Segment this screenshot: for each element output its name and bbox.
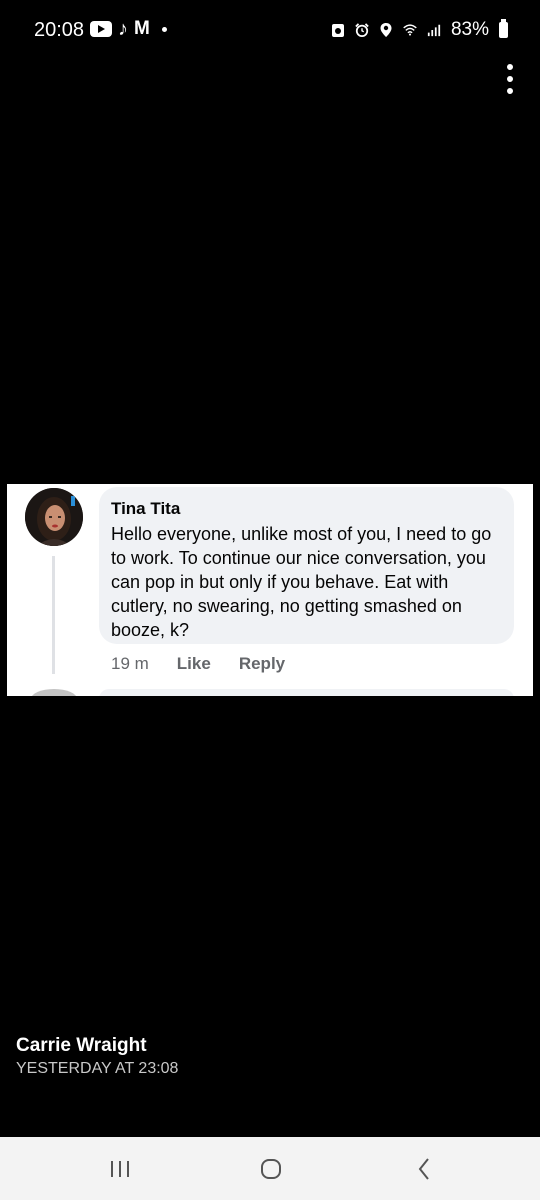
youtube-icon <box>90 21 112 37</box>
next-comment-bubble <box>99 689 514 696</box>
comment-card: Tina Tita Hello everyone, unlike most of… <box>7 484 533 696</box>
comment-text: Hello everyone, unlike most of you, I ne… <box>111 524 492 640</box>
battery-percentage: 83% <box>450 19 489 40</box>
poster-name[interactable]: Carrie Wraight <box>16 1035 147 1057</box>
comment-author[interactable]: Tina Tita <box>111 499 180 519</box>
system-icons: 83% <box>331 19 508 41</box>
back-icon <box>418 1157 429 1180</box>
alarm-icon <box>355 23 369 37</box>
status-bar: 20:08 ♪ M 83% <box>0 0 540 60</box>
clipboard-icon <box>331 24 344 37</box>
location-icon <box>380 23 392 37</box>
comment-bubble: Tina Tita Hello everyone, unlike most of… <box>99 487 514 644</box>
battery-icon <box>499 19 508 38</box>
home-icon <box>261 1158 281 1179</box>
signal-icon <box>427 24 441 37</box>
gmail-icon: M <box>134 18 150 39</box>
recents-button[interactable] <box>80 1137 160 1200</box>
next-comment-avatar <box>31 689 77 696</box>
notification-icons: ♪ M <box>90 18 167 40</box>
tiktok-icon: ♪ <box>118 18 128 40</box>
status-time: 20:08 <box>34 19 85 41</box>
dot-icon <box>161 26 167 32</box>
comment-actions: 19 m Like Reply <box>111 654 285 674</box>
home-button[interactable] <box>231 1137 311 1200</box>
poster-timestamp: YESTERDAY AT 23:08 <box>16 1060 179 1077</box>
reply-button[interactable]: Reply <box>239 654 285 674</box>
navigation-bar <box>0 1137 540 1200</box>
recents-icon <box>111 1160 129 1177</box>
comment-time: 19 m <box>111 654 149 673</box>
like-button[interactable]: Like <box>177 654 211 674</box>
back-button[interactable] <box>384 1137 464 1200</box>
avatar[interactable] <box>25 488 83 546</box>
avatar-image <box>25 488 83 546</box>
wifi-icon <box>403 24 417 36</box>
more-options-icon[interactable] <box>506 64 514 94</box>
thread-line <box>52 556 55 674</box>
